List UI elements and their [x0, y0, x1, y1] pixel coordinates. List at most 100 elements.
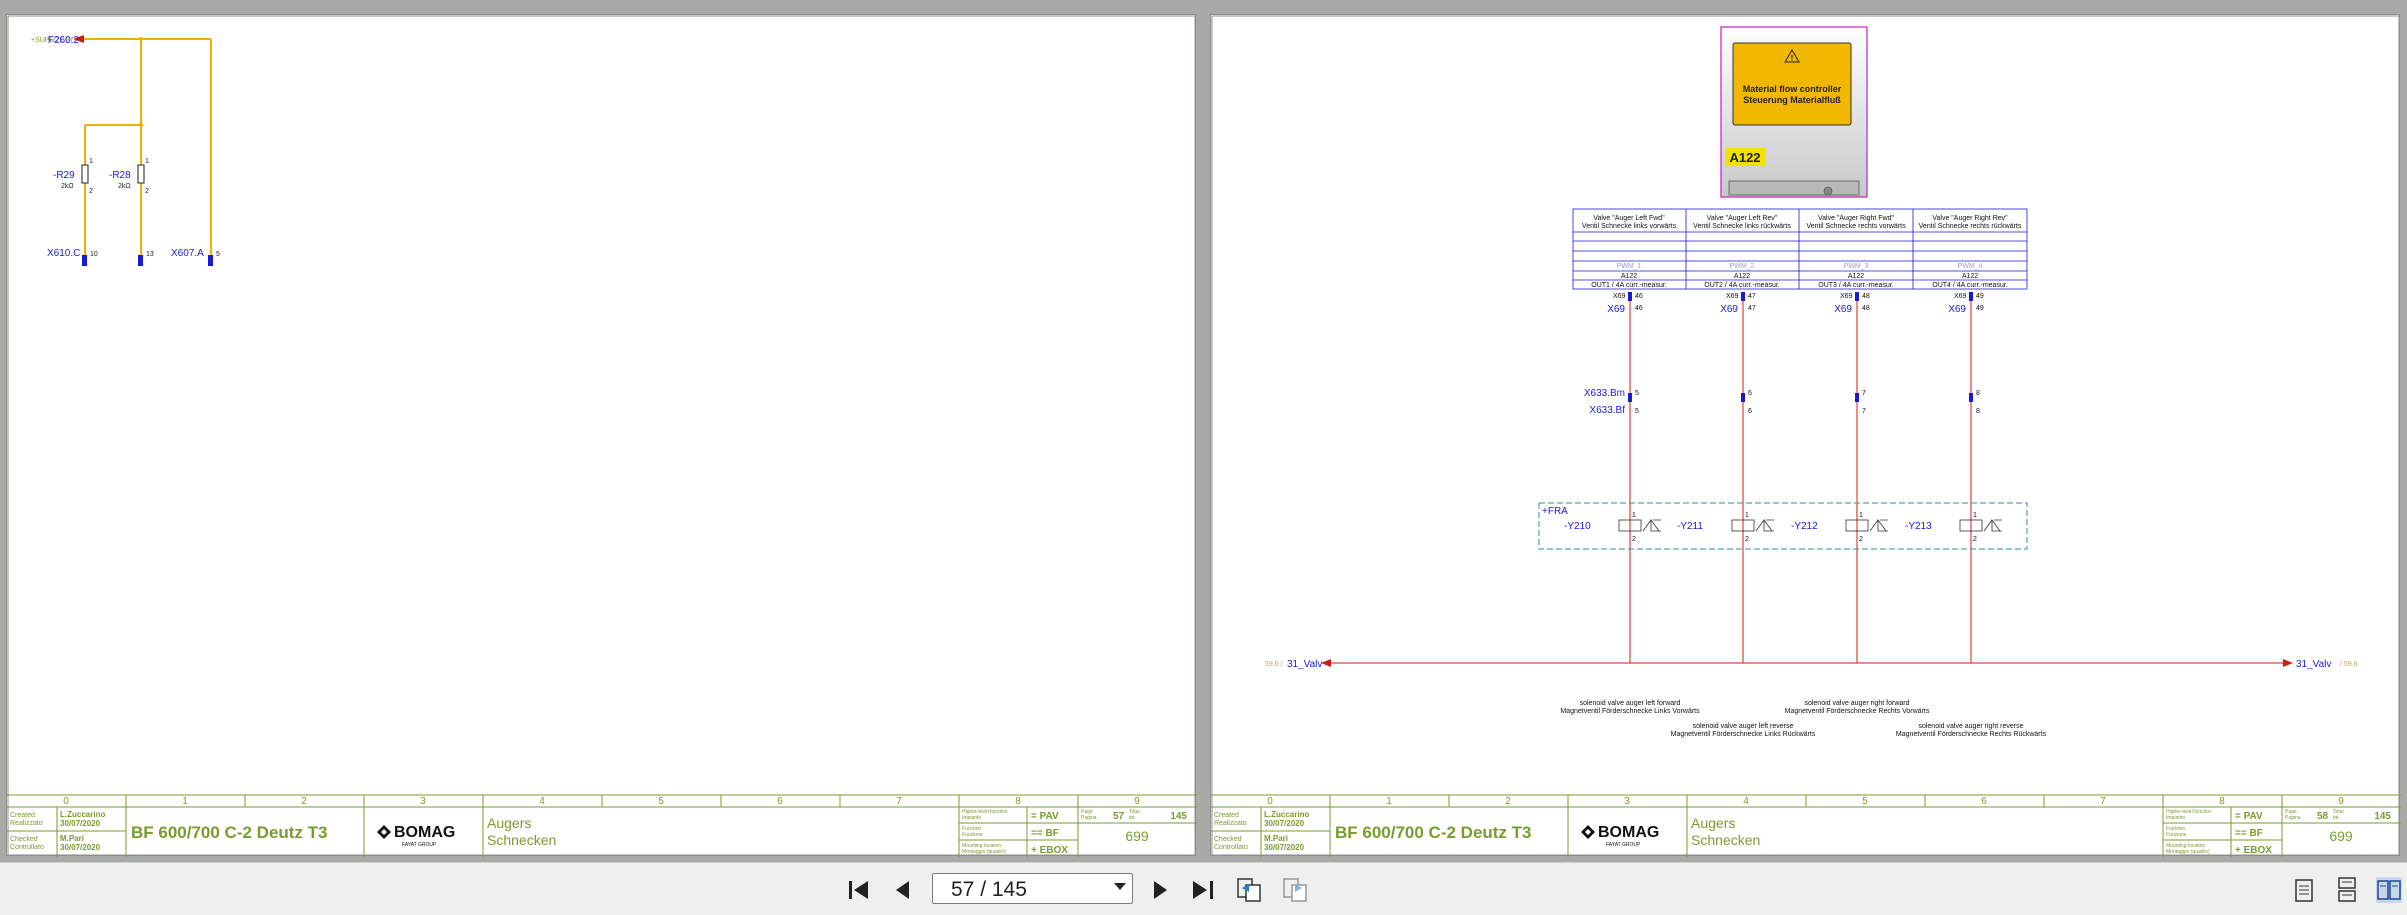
- coil-y213: -Y213: [1905, 521, 1932, 532]
- x69-pin-46: [1628, 292, 1632, 301]
- back-view-button[interactable]: [1236, 877, 1262, 903]
- note-3-de: Magnetventil Förderschnecke Links Rückwä…: [1671, 731, 1816, 738]
- checked-label-it: Controllato: [10, 844, 44, 851]
- title-block-left: 0 1 2 3 4 5 6 7 8 9 Created Realizzato C…: [7, 794, 1197, 857]
- resistor-r29-name: -R29: [53, 170, 75, 181]
- first-page-icon: [849, 881, 868, 899]
- valve-4-pwm: PWM_4: [1958, 263, 1983, 270]
- left-page-drawing: +SUPL/21.9 / F260:2 -R29 2kΩ 1 2 -R28 2k…: [7, 15, 1197, 857]
- function-label-it-r: Funzione: [2166, 832, 2187, 838]
- grid-r-2: 2: [1505, 796, 1511, 807]
- valve-1-header-de: Ventil Schnecke links vorwärts: [1582, 223, 1677, 230]
- bomag-logo: BOMAG FAYAT GROUP: [377, 824, 455, 848]
- created-label-it-r: Realizzato: [1214, 820, 1247, 827]
- coil-1-pin-top: 1: [1632, 512, 1636, 519]
- x633-bf-label: X633.Bf: [1589, 405, 1625, 416]
- x69-top-pin-4: 49: [1976, 293, 1984, 300]
- x69-pin-48: [1855, 292, 1859, 301]
- coil-4-pin-top: 1: [1973, 512, 1977, 519]
- connector-x607a-pin: 5: [216, 251, 220, 258]
- grid-r-5: 5: [1862, 796, 1868, 807]
- connector-x607a-label: X607.A: [171, 248, 204, 259]
- created-label-r: Created: [1214, 812, 1239, 819]
- page-number-select[interactable]: 57 / 145: [932, 873, 1133, 904]
- wiring-orange: [83, 38, 212, 261]
- single-page-view-button[interactable]: [2291, 877, 2317, 903]
- svg-text:!: !: [1791, 54, 1794, 63]
- total-label-it: tot.: [1129, 815, 1136, 821]
- x69-label-3: X69: [1834, 304, 1852, 315]
- created-label: Created: [10, 812, 35, 819]
- grid-5: 5: [658, 796, 664, 807]
- coil-y211: -Y211: [1677, 521, 1703, 532]
- coil-y210: -Y210: [1564, 521, 1591, 532]
- logo-sub: FAYAT GROUP: [402, 842, 437, 848]
- valve-4-output: OUT4 / 4A curr.-measur.: [1932, 282, 2008, 289]
- x69-label-1: X69: [1607, 304, 1625, 315]
- back-view-icon: [1237, 878, 1261, 902]
- page-total: 145: [1170, 811, 1187, 822]
- grid-4: 4: [539, 796, 545, 807]
- x633-pin-8: [1969, 393, 1973, 402]
- valve-4-device: A122: [1962, 273, 1978, 280]
- bus-right-ref: / 59.6: [2340, 661, 2358, 668]
- resistor-r28-pin-top: 1: [145, 158, 149, 165]
- grid-r-7: 7: [2100, 796, 2106, 807]
- next-page-icon: [1154, 881, 1167, 899]
- next-page-button[interactable]: [1147, 877, 1173, 903]
- continuous-view-button[interactable]: [2334, 877, 2360, 903]
- two-page-view-button[interactable]: [2376, 877, 2402, 903]
- x633-pin-2: 6: [1748, 408, 1752, 415]
- grid-2: 2: [301, 796, 307, 807]
- hl-function-label-it-r: Impianto: [2166, 815, 2185, 821]
- page-number-r: 58: [2317, 811, 2329, 822]
- page-indicator: 57 / 145: [951, 878, 1027, 901]
- note-1-de: Magnetventil Förderschnecke Links Vorwär…: [1560, 708, 1700, 715]
- checked-by-r: M.Pari: [1264, 834, 1288, 843]
- valve-3-pwm: PWM_3: [1844, 263, 1869, 270]
- mounting-value-r: + EBOX: [2235, 845, 2272, 856]
- valve-2-header-en: Valve "Auger Left Rev": [1707, 215, 1778, 222]
- drawing-number: 699: [1125, 828, 1149, 844]
- valve-2-pwm: PWM_2: [1730, 263, 1755, 270]
- connector-13: [138, 255, 143, 266]
- bus-arrow-left: [1321, 659, 1331, 667]
- grid-r-0: 0: [1267, 796, 1273, 807]
- bus-left-ref: 59.6 /: [1265, 661, 1283, 668]
- valve-3-output: OUT3 / 4A curr.-measur.: [1818, 282, 1894, 289]
- x69-label-2: X69: [1720, 304, 1738, 315]
- bus-arrow-right: [2283, 659, 2293, 667]
- x69-small-3: X69: [1840, 293, 1853, 300]
- x633-bm-label: X633.Bm: [1584, 388, 1625, 399]
- grid-9: 9: [1134, 796, 1140, 807]
- valve-1-header-en: Valve "Auger Left Fwd": [1593, 215, 1665, 222]
- coil-y212: -Y212: [1791, 521, 1818, 532]
- material-flow-controller-device: ! Material flow controller Steuerung Mat…: [1720, 26, 1868, 198]
- x69-pin-47: [1741, 292, 1745, 301]
- first-page-button[interactable]: [846, 877, 872, 903]
- x69-pin-3: 48: [1862, 305, 1870, 312]
- connector-13-pin: 13: [146, 251, 154, 258]
- resistor-r28-pin-bottom: 2: [145, 188, 149, 195]
- x69-pin-49: [1969, 292, 1973, 301]
- connector-x610c-pin: 10: [90, 251, 98, 258]
- resistor-r29-pin-top: 1: [89, 158, 93, 165]
- forward-view-button[interactable]: [1282, 877, 1308, 903]
- schematic-page-left: +SUPL/21.9 / F260:2 -R29 2kΩ 1 2 -R28 2k…: [6, 14, 1197, 857]
- grid-0: 0: [63, 796, 69, 807]
- valve-3-device: A122: [1848, 273, 1864, 280]
- resistor-r28-symbol: [137, 164, 145, 184]
- previous-page-button[interactable]: [891, 877, 917, 903]
- checked-label: Checked: [10, 836, 38, 843]
- created-label-it: Realizzato: [10, 820, 43, 827]
- function-value: == BF: [1031, 828, 1059, 839]
- note-2-en: solenoid valve auger right forward: [1804, 700, 1909, 707]
- description-de-r: Schnecken: [1691, 832, 1760, 848]
- mounting-value: + EBOX: [1031, 845, 1068, 856]
- connector-x607a: [208, 255, 213, 266]
- function-value-r: == BF: [2235, 828, 2263, 839]
- last-page-icon: [1193, 881, 1213, 899]
- last-page-button[interactable]: [1190, 877, 1216, 903]
- hl-function-value-r: = PAV: [2235, 811, 2263, 822]
- device-title-line2: Steuerung Materialfluß: [1743, 95, 1841, 105]
